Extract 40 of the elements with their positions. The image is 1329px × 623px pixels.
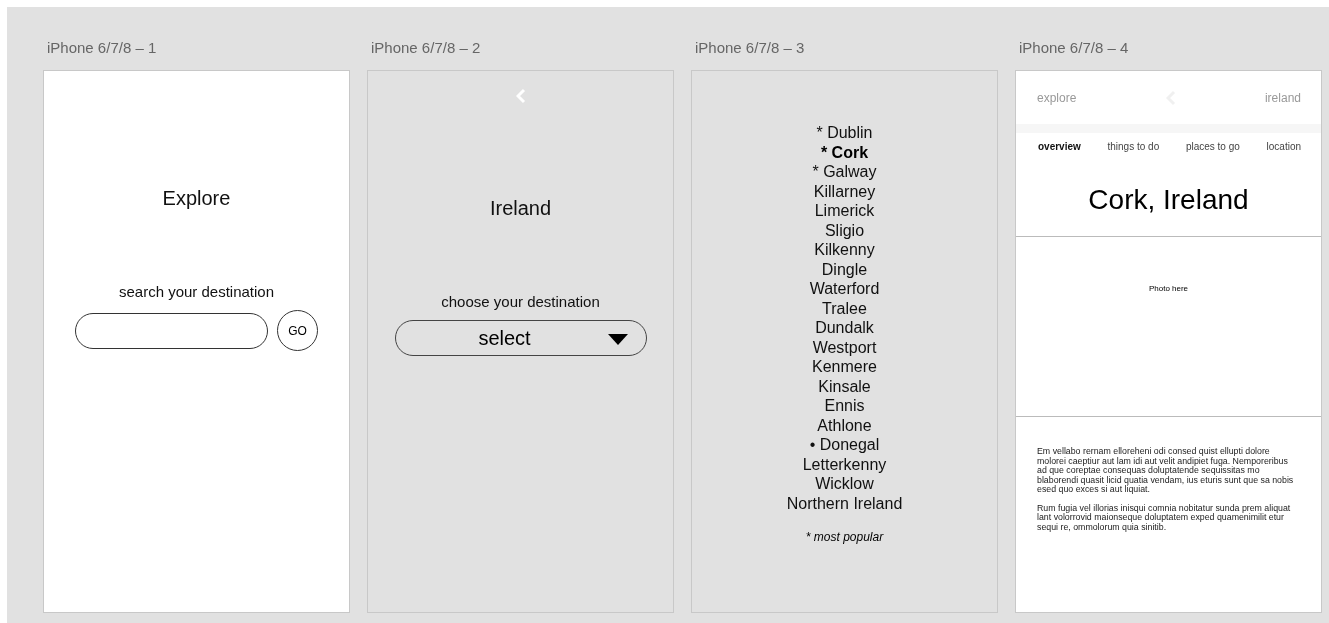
artboard-label: iPhone 6/7/8 – 2 xyxy=(370,39,482,57)
tab[interactable]: location xyxy=(1266,141,1301,152)
prompt-text: choose your destination xyxy=(441,293,600,310)
artboard-label: iPhone 6/7/8 – 4 xyxy=(1018,39,1130,57)
city-item[interactable]: Northern Ireland xyxy=(786,493,903,513)
city-item[interactable]: Westport xyxy=(812,337,877,357)
city-item[interactable]: * Cork xyxy=(820,142,869,162)
city-item[interactable]: Kilkenny xyxy=(814,240,875,260)
city-item[interactable]: * Dublin xyxy=(816,123,873,143)
screen-title: Ireland xyxy=(489,197,552,220)
city-item[interactable]: Kinsale xyxy=(818,376,871,396)
city-item[interactable]: • Donegal xyxy=(809,435,880,455)
footnote: * most popular xyxy=(805,530,884,544)
city-item[interactable]: Dundalk xyxy=(815,318,874,338)
screen-title: Explore xyxy=(162,187,231,210)
city-item[interactable]: * Galway xyxy=(812,162,877,182)
city-item[interactable]: Tralee xyxy=(822,298,867,318)
go-button[interactable]: GO xyxy=(277,310,318,351)
tab[interactable]: overview xyxy=(1038,141,1081,152)
city-item[interactable]: Dingle xyxy=(821,259,868,279)
artboard-label: iPhone 6/7/8 – 1 xyxy=(46,39,158,57)
placeholder-text: Photo here xyxy=(1148,284,1189,293)
city-item[interactable]: Athlone xyxy=(817,415,872,435)
city-item[interactable]: Wicklow xyxy=(815,474,874,494)
city-item[interactable]: Ennis xyxy=(824,396,865,416)
city-item[interactable]: Waterford xyxy=(809,279,880,299)
city-item[interactable]: Kenmere xyxy=(812,357,877,377)
city-item[interactable]: Letterkenny xyxy=(802,454,887,474)
page-title: Cork, Ireland xyxy=(1087,184,1250,217)
tab[interactable]: places to go xyxy=(1185,141,1240,152)
city-item[interactable]: Limerick xyxy=(814,201,875,221)
city-item[interactable]: Killarney xyxy=(813,181,876,201)
body-paragraph: Rum fugia vel illorias inisqui comnia nobitatur sunda prem aliquat lant volorrovid maionseque doluptatem exped quamenimilit etur sequi re, ommolorum quia sinitib. xyxy=(1037,503,1292,532)
prompt-text: search your destination xyxy=(118,283,275,300)
body-paragraph: Em vellabo rernam elloreheni odi consed quist ellupti dolore molorei caeptiur aut lam idi aut velit andipiet fuga. Nemporeribus ad que coreptae consequas doluptatende sequissitas mo blaborendi quasit licid quatia vendam, ius eturis sunt que sa nobis esed quo exces si aut liquiat. xyxy=(1037,447,1295,495)
city-item[interactable]: Sligio xyxy=(824,220,865,240)
caret-icon xyxy=(607,334,628,345)
tab[interactable]: things to do xyxy=(1107,141,1160,152)
search-field[interactable] xyxy=(75,312,268,349)
artboard-label: iPhone 6/7/8 – 3 xyxy=(694,39,806,57)
